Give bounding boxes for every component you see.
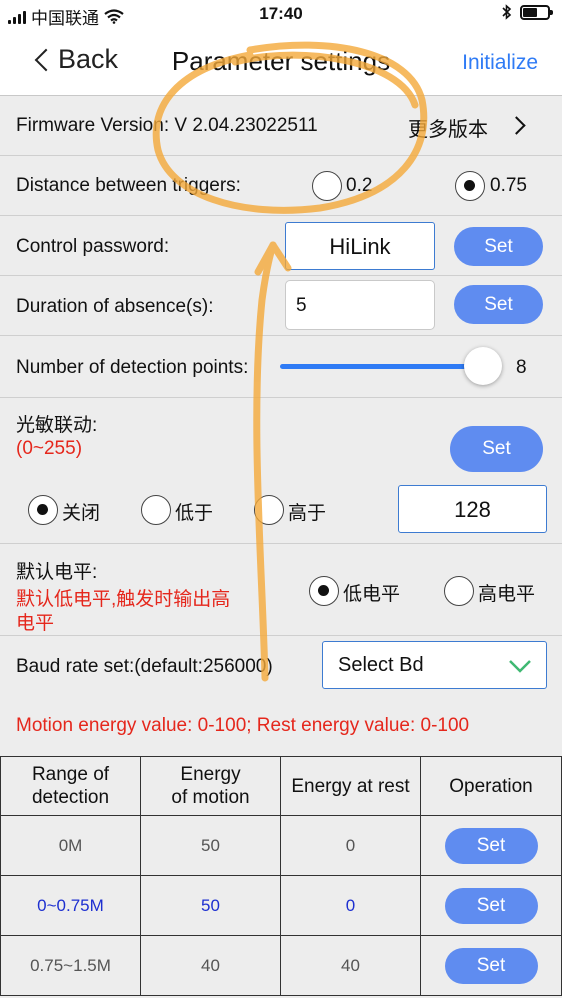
light-linkage-label: 光敏联动: <box>16 415 98 436</box>
light-linkage-range: (0~255) <box>16 438 83 459</box>
table-row-1-rest: 0 <box>281 816 421 876</box>
option-distance-0-75: 0.75 <box>490 175 527 196</box>
initialize-button[interactable]: Initialize <box>462 51 538 75</box>
energy-range-note: Motion energy value: 0-100; Rest energy … <box>16 715 470 736</box>
light-linkage-row: 光敏联动: (0~255) Set 关闭 低于 高于 128 <box>0 398 562 544</box>
table-row-1-motion: 50 <box>141 816 281 876</box>
header-operation-line1: Operation <box>449 775 533 797</box>
option-light-off: 关闭 <box>62 503 101 524</box>
firmware-version-label: Firmware Version: V 2.04.23022511 <box>16 115 318 136</box>
status-time: 17:40 <box>259 4 303 23</box>
table-header-motion: Energy of motion <box>141 756 281 816</box>
password-set-button[interactable]: Set <box>454 227 543 266</box>
table-row-3-operation: Set <box>421 936 562 996</box>
table-row-3-range: 0.75~1.5M <box>0 936 141 996</box>
baud-rate-select[interactable]: Select Bd <box>322 641 547 689</box>
table-row-1-operation: Set <box>421 816 562 876</box>
table-header-range: Range of detection <box>0 756 141 816</box>
trigger-distance-row: Distance between triggers: 0.2 0.75 <box>0 156 562 216</box>
option-level-low: 低电平 <box>343 584 401 605</box>
password-value: HiLink <box>329 234 391 259</box>
table-row-1-range: 0M <box>0 816 141 876</box>
header-range-line2: detection <box>31 787 110 808</box>
radio-light-below[interactable] <box>141 495 171 525</box>
radio-distance-0-75[interactable] <box>455 171 485 201</box>
more-versions-label[interactable]: 更多版本 <box>408 113 488 142</box>
absence-label: Duration of absence(s): <box>16 296 214 317</box>
table-header-operation: Operation <box>421 756 562 816</box>
detection-points-row: Number of detection points: 8 <box>0 336 562 398</box>
trigger-distance-label: Distance between triggers: <box>16 175 241 196</box>
table-header-rest: Energy at rest <box>281 756 421 816</box>
default-level-label: 默认电平: <box>16 562 98 583</box>
detection-points-label: Number of detection points: <box>16 357 249 378</box>
absence-set-button[interactable]: Set <box>454 285 543 324</box>
absence-value: 5 <box>296 295 307 316</box>
table-row-3-rest: 40 <box>281 936 421 996</box>
absence-field[interactable]: 5 <box>285 280 435 330</box>
firmware-row[interactable]: Firmware Version: V 2.04.23022511 更多版本 <box>0 97 562 156</box>
radio-distance-0-2[interactable] <box>312 171 342 201</box>
radio-level-low[interactable] <box>309 576 339 606</box>
chevron-right-icon[interactable] <box>507 116 526 135</box>
radio-light-off[interactable] <box>28 495 58 525</box>
detection-points-value: 8 <box>516 357 527 378</box>
header-motion-line2: of motion <box>171 787 250 808</box>
default-level-note-line2: 电平 <box>16 613 55 634</box>
default-level-row: 默认电平: 默认低电平,触发时输出高 电平 低电平 高电平 <box>0 544 562 636</box>
light-threshold-field[interactable]: 128 <box>398 485 547 533</box>
option-distance-0-2: 0.2 <box>346 175 373 196</box>
header-range-line1: Range of <box>31 764 110 785</box>
radio-light-above[interactable] <box>254 495 284 525</box>
baud-rate-row: Baud rate set:(default:256000) Select Bd <box>0 636 562 698</box>
absence-row: Duration of absence(s): 5 Set <box>0 276 562 336</box>
detection-points-slider-track[interactable] <box>280 364 484 369</box>
table-row-1-set-button[interactable]: Set <box>444 827 538 864</box>
table-row-3-motion: 40 <box>141 936 281 996</box>
baud-rate-select-value: Select Bd <box>338 654 424 676</box>
table-row-2-operation: Set <box>421 876 562 936</box>
default-level-note-line1: 默认低电平,触发时输出高 <box>16 589 231 610</box>
table-row-2-range: 0~0.75M <box>0 876 141 936</box>
table-row-2-motion: 50 <box>141 876 281 936</box>
navigation-bar: Back Parameter settings Initialize <box>0 30 562 96</box>
radio-level-high[interactable] <box>444 576 474 606</box>
bluetooth-icon <box>502 4 512 20</box>
option-level-high: 高电平 <box>478 584 536 605</box>
password-label: Control password: <box>16 236 170 257</box>
option-light-above: 高于 <box>288 503 327 524</box>
detection-points-slider-thumb[interactable] <box>464 347 502 385</box>
baud-rate-label: Baud rate set:(default:256000) <box>16 656 273 677</box>
light-linkage-set-button[interactable]: Set <box>450 426 543 472</box>
table-row-3-set-button[interactable]: Set <box>444 947 538 984</box>
battery-icon <box>520 4 553 20</box>
header-motion-line1: Energy <box>180 764 241 785</box>
password-field[interactable]: HiLink <box>285 222 435 270</box>
chevron-down-icon <box>509 660 531 673</box>
table-row-2-set-button[interactable]: Set <box>444 887 538 924</box>
table-row-2-rest: 0 <box>281 876 421 936</box>
light-threshold-value: 128 <box>454 497 491 522</box>
password-row: Control password: HiLink Set <box>0 216 562 276</box>
status-bar: 中国联通 17:40 <box>0 0 562 30</box>
status-right <box>502 4 553 20</box>
option-light-below: 低于 <box>175 503 214 524</box>
header-rest-line1: Energy at rest <box>291 775 410 797</box>
